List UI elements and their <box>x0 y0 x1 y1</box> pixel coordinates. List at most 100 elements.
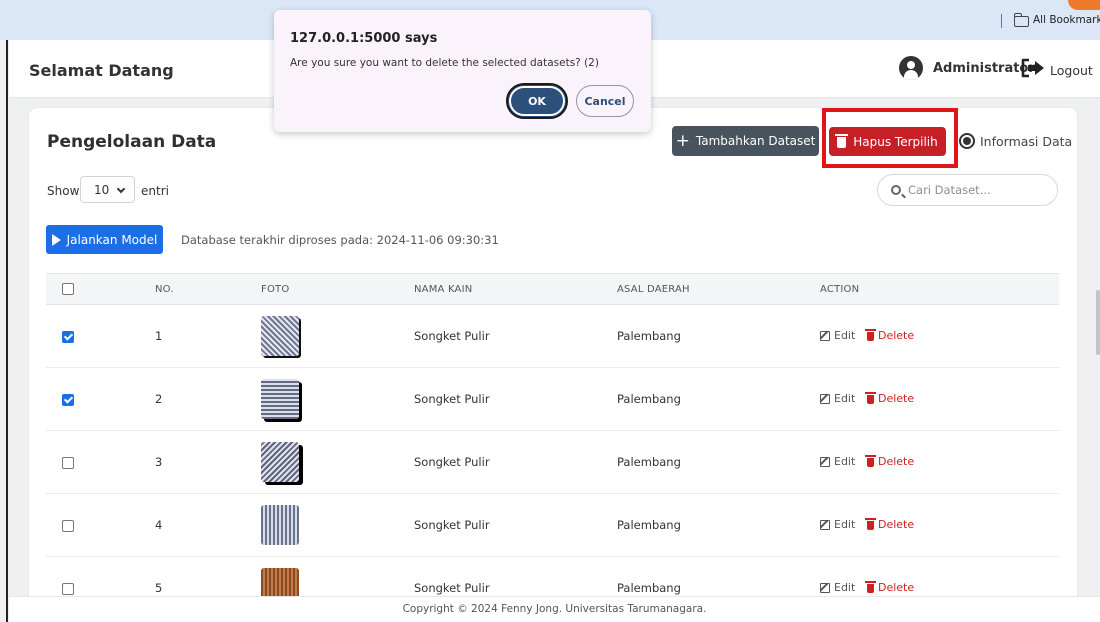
entries-select[interactable]: 10 <box>80 176 135 203</box>
db-status-text: Database terakhir diproses pada: 2024-11… <box>181 233 499 247</box>
fabric-thumbnail[interactable] <box>261 442 299 482</box>
row-asal-daerah: Palembang <box>605 304 808 368</box>
row-nama-kain: Songket Pulir <box>402 430 605 494</box>
logout-icon[interactable] <box>1020 58 1046 78</box>
trash-icon <box>835 134 849 148</box>
delete-selected-button[interactable]: Hapus Terpilih <box>829 127 946 156</box>
page-scrollbar[interactable] <box>1093 108 1100 603</box>
row-asal-daerah: Palembang <box>605 430 808 494</box>
fabric-thumbnail[interactable] <box>261 379 299 419</box>
row-checkbox[interactable] <box>62 456 74 469</box>
scrollbar-thumb[interactable] <box>1096 290 1100 355</box>
play-icon <box>51 233 61 246</box>
select-all-cell <box>46 273 143 305</box>
add-dataset-button[interactable]: + Tambahkan Dataset <box>672 126 819 156</box>
window-edge <box>6 40 8 622</box>
header-asal-daerah[interactable]: ASAL DAERAH <box>605 273 808 305</box>
edit-icon <box>820 393 830 404</box>
fabric-thumbnail[interactable] <box>261 316 299 356</box>
table-row: 1 Songket Pulir Palembang Edit Delete <box>46 304 1059 368</box>
plus-icon: + <box>675 130 690 151</box>
table-row: 3 Songket Pulir Palembang Edit Delete <box>46 430 1059 494</box>
delete-button[interactable]: Delete <box>864 454 915 468</box>
delete-label: Delete <box>877 454 915 468</box>
edit-button[interactable]: Edit <box>820 581 855 594</box>
trash-icon <box>864 328 876 341</box>
delete-label: Delete <box>877 517 915 531</box>
trash-icon <box>864 391 876 404</box>
browser-corner-accent <box>1068 0 1100 10</box>
edit-button[interactable]: Edit <box>820 455 855 468</box>
row-nama-kain: Songket Pulir <box>402 493 605 557</box>
run-model-label: Jalankan Model <box>66 232 158 247</box>
logout-link[interactable]: Logout <box>1050 63 1093 78</box>
header-nama-kain[interactable]: NAMA KAIN <box>402 273 605 305</box>
fabric-thumbnail[interactable] <box>261 505 299 545</box>
row-no: 4 <box>143 493 249 557</box>
data-management-card: Pengelolaan Data + Tambahkan Dataset Hap… <box>29 108 1077 603</box>
edit-label: Edit <box>834 392 856 405</box>
bookmarks-separator <box>1001 14 1002 28</box>
user-avatar-icon[interactable] <box>899 56 923 80</box>
dialog-origin: 127.0.0.1:5000 says <box>290 31 438 46</box>
row-no: 3 <box>143 430 249 494</box>
dialog-ok-button[interactable]: OK <box>506 83 568 119</box>
welcome-title: Selamat Datang <box>29 61 174 80</box>
header-foto[interactable]: FOTO <box>249 273 402 305</box>
delete-button[interactable]: Delete <box>864 328 915 342</box>
dialog-cancel-button[interactable]: Cancel <box>576 85 634 117</box>
delete-button[interactable]: Delete <box>864 517 915 531</box>
chevron-down-icon <box>116 184 126 194</box>
select-all-checkbox[interactable] <box>62 283 74 295</box>
edit-label: Edit <box>834 518 856 531</box>
confirm-dialog: 127.0.0.1:5000 says Are you sure you wan… <box>274 10 651 132</box>
page-title: Pengelolaan Data <box>47 132 217 152</box>
row-checkbox[interactable] <box>62 519 74 532</box>
row-nama-kain: Songket Pulir <box>402 367 605 431</box>
all-bookmarks-link[interactable]: All Bookmarks <box>1033 14 1100 26</box>
info-icon[interactable] <box>959 133 975 149</box>
trash-icon <box>864 517 876 530</box>
table-header-row: NO. FOTO NAMA KAIN ASAL DAERAH ACTION <box>46 273 1059 305</box>
run-model-button[interactable]: Jalankan Model <box>46 225 163 254</box>
dialog-message: Are you sure you want to delete the sele… <box>290 57 599 69</box>
entries-label: entri <box>141 184 169 198</box>
search-box[interactable] <box>877 174 1058 206</box>
row-nama-kain: Songket Pulir <box>402 304 605 368</box>
delete-button[interactable]: Delete <box>864 580 914 594</box>
delete-label: Delete <box>877 391 915 405</box>
footer: Copyright © 2024 Fenny Jong. Universitas… <box>9 596 1100 622</box>
data-info-link[interactable]: Informasi Data <box>980 134 1072 149</box>
edit-icon <box>820 456 830 467</box>
entries-value: 10 <box>94 183 110 197</box>
table-row: 2 Songket Pulir Palembang Edit Delete <box>46 367 1059 431</box>
header-action: ACTION <box>808 273 1059 305</box>
edit-button[interactable]: Edit <box>820 392 855 405</box>
edit-label: Edit <box>834 455 856 468</box>
edit-button[interactable]: Edit <box>820 518 855 531</box>
table-row: 4 Songket Pulir Palembang Edit Delete <box>46 493 1059 557</box>
edit-icon <box>820 330 830 341</box>
show-label: Show <box>47 184 80 198</box>
row-no: 1 <box>143 304 249 368</box>
search-input[interactable] <box>908 183 1048 197</box>
edit-button[interactable]: Edit <box>820 329 855 342</box>
edit-label: Edit <box>834 581 856 594</box>
row-asal-daerah: Palembang <box>605 493 808 557</box>
row-checkbox[interactable] <box>62 330 74 343</box>
add-dataset-label: Tambahkan Dataset <box>695 134 816 148</box>
delete-button[interactable]: Delete <box>864 391 915 405</box>
row-checkbox[interactable] <box>62 393 74 406</box>
edit-icon <box>820 519 830 530</box>
delete-selected-label: Hapus Terpilih <box>853 134 938 149</box>
folder-icon[interactable] <box>1014 13 1029 27</box>
trash-icon <box>864 454 876 467</box>
trash-icon <box>864 580 876 593</box>
row-checkbox[interactable] <box>62 582 74 595</box>
delete-label: Delete <box>877 328 915 342</box>
edit-icon <box>820 582 830 593</box>
dataset-table: NO. FOTO NAMA KAIN ASAL DAERAH ACTION 1 … <box>46 273 1059 603</box>
search-icon <box>891 185 901 195</box>
edit-label: Edit <box>834 329 856 342</box>
header-no[interactable]: NO. <box>143 273 249 305</box>
